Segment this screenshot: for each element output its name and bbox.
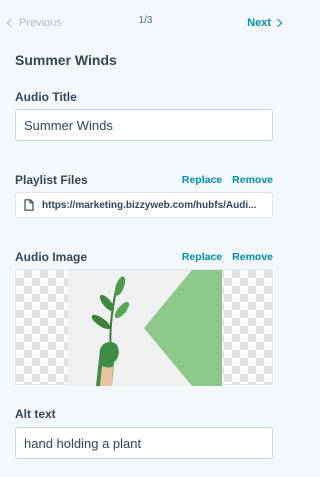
page-title: Summer Winds bbox=[15, 52, 117, 68]
alt-text-input[interactable]: hand holding a plant bbox=[15, 427, 273, 459]
alt-text-label: Alt text bbox=[15, 407, 56, 421]
image-remove-link[interactable]: Remove bbox=[232, 251, 273, 263]
chevron-right-icon bbox=[273, 18, 283, 28]
playlist-file-item[interactable]: https://marketing.bizzyweb.com/hubfs/Aud… bbox=[15, 192, 273, 218]
playlist-remove-link[interactable]: Remove bbox=[232, 174, 273, 186]
audio-image-label: Audio Image bbox=[15, 250, 88, 264]
audio-title-label: Audio Title bbox=[15, 90, 77, 104]
audio-title-input[interactable]: Summer Winds bbox=[15, 109, 273, 141]
playlist-files-label: Playlist Files bbox=[15, 173, 88, 187]
plant-image bbox=[68, 270, 222, 386]
playlist-files-actions: Replace Remove bbox=[182, 174, 273, 186]
playlist-file-url: https://marketing.bizzyweb.com/hubfs/Aud… bbox=[42, 199, 257, 211]
audio-title-value: Summer Winds bbox=[24, 117, 113, 133]
alt-text-value: hand holding a plant bbox=[24, 435, 142, 451]
record-navigation: Previous 1/3 Next bbox=[0, 0, 291, 44]
audio-image-preview[interactable] bbox=[15, 269, 273, 386]
playlist-replace-link[interactable]: Replace bbox=[182, 174, 222, 186]
file-icon bbox=[24, 199, 34, 211]
image-replace-link[interactable]: Replace bbox=[182, 251, 222, 263]
audio-image-actions: Replace Remove bbox=[182, 251, 273, 263]
next-label: Next bbox=[247, 17, 271, 29]
next-button[interactable]: Next bbox=[247, 17, 283, 29]
